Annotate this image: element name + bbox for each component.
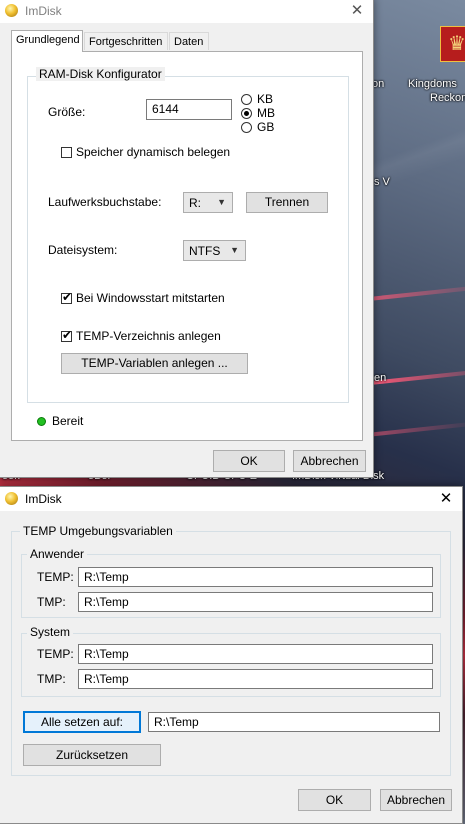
tab-fortgeschritten[interactable]: Fortgeschritten — [84, 32, 168, 50]
unmount-button[interactable]: Trennen — [246, 192, 328, 213]
group-title: RAM-Disk Konfigurator — [36, 67, 165, 81]
imdisk-app-icon — [5, 492, 18, 505]
ok-button[interactable]: OK — [298, 789, 371, 811]
window-title: ImDisk — [25, 4, 62, 18]
ok-button[interactable]: OK — [213, 450, 285, 472]
desktop-label-fragment: en — [374, 372, 387, 384]
size-input[interactable]: 6144 — [146, 99, 232, 120]
desktop-label-fragment: s V — [374, 176, 390, 188]
tab-panel: RAM-Disk Konfigurator Größe: 6144 KB MB … — [11, 51, 363, 441]
imdisk-main-window: ImDisk ✕ Grundlegend Fortgeschritten Dat… — [0, 0, 374, 478]
close-icon[interactable]: ✕ — [342, 0, 372, 22]
desktop-icon-label: Kingdoms — [408, 78, 457, 90]
temp-dir-label: TEMP-Verzeichnis anlegen — [76, 329, 221, 343]
system-temp-label: TEMP: — [37, 647, 74, 661]
system-group-title: System — [27, 625, 74, 639]
user-tmp-input[interactable]: R:\Temp — [78, 592, 433, 612]
desktop-icon-label: Reckon — [430, 92, 465, 104]
unit-kb-label: KB — [257, 92, 274, 106]
system-tmp-label: TMP: — [37, 672, 66, 686]
dynamic-memory-label: Speicher dynamisch belegen — [76, 145, 231, 159]
kingdoms-game-icon[interactable]: ♛ — [440, 26, 465, 62]
cancel-button[interactable]: Abbrechen — [293, 450, 366, 472]
reset-button[interactable]: Zurücksetzen — [23, 744, 161, 766]
tab-grundlegend[interactable]: Grundlegend — [11, 30, 83, 52]
window-title: ImDisk — [25, 492, 62, 506]
title-bar: ImDisk ✕ — [0, 0, 373, 23]
filesystem-value: NTFS — [189, 244, 221, 258]
group-title: TEMP Umgebungsvariablen — [20, 524, 176, 538]
system-temp-input[interactable]: R:\Temp — [78, 644, 433, 664]
close-icon[interactable]: ✕ — [431, 488, 461, 510]
temp-variables-button[interactable]: TEMP-Variablen anlegen ... — [61, 353, 248, 374]
drive-letter-label: Laufwerksbuchstabe: — [48, 195, 162, 209]
set-all-input[interactable]: R:\Temp — [148, 712, 440, 732]
user-tmp-label: TMP: — [37, 595, 66, 609]
unit-gb-label: GB — [257, 120, 275, 134]
chevron-down-icon: ▼ — [230, 245, 239, 255]
checkmark-icon: ✔ — [62, 290, 73, 304]
tab-daten[interactable]: Daten — [169, 32, 209, 50]
checkmark-icon: ✔ — [62, 328, 73, 342]
autostart-label: Bei Windowsstart mitstarten — [76, 291, 225, 305]
dynamic-memory-checkbox[interactable] — [61, 147, 72, 158]
user-temp-input[interactable]: R:\Temp — [78, 567, 433, 587]
system-tmp-input[interactable]: R:\Temp — [78, 669, 433, 689]
autostart-checkbox[interactable]: ✔ — [61, 290, 73, 304]
chevron-down-icon: ▼ — [217, 197, 226, 207]
filesystem-label: Dateisystem: — [48, 243, 118, 257]
set-all-button[interactable]: Alle setzen auf: — [23, 711, 141, 733]
filesystem-select[interactable]: NTFS ▼ — [183, 240, 246, 261]
temp-env-dialog: ImDisk ✕ TEMP Umgebungsvariablen Anwende… — [0, 486, 463, 824]
cancel-button[interactable]: Abbrechen — [380, 789, 452, 811]
drive-letter-select[interactable]: R: ▼ — [183, 192, 233, 213]
user-temp-label: TEMP: — [37, 570, 74, 584]
title-bar: ImDisk ✕ — [0, 487, 462, 511]
status-indicator-icon — [37, 417, 46, 426]
unit-mb-radio[interactable] — [241, 108, 252, 119]
unit-gb-radio[interactable] — [241, 122, 252, 133]
imdisk-app-icon — [5, 4, 18, 17]
status-text: Bereit — [52, 414, 84, 428]
unit-kb-radio[interactable] — [241, 94, 252, 105]
temp-dir-checkbox[interactable]: ✔ — [61, 328, 73, 342]
unit-mb-label: MB — [257, 106, 275, 120]
user-group-title: Anwender — [27, 547, 88, 561]
radio-selected-dot — [244, 111, 249, 116]
drive-letter-value: R: — [189, 196, 201, 210]
size-label: Größe: — [48, 105, 86, 119]
